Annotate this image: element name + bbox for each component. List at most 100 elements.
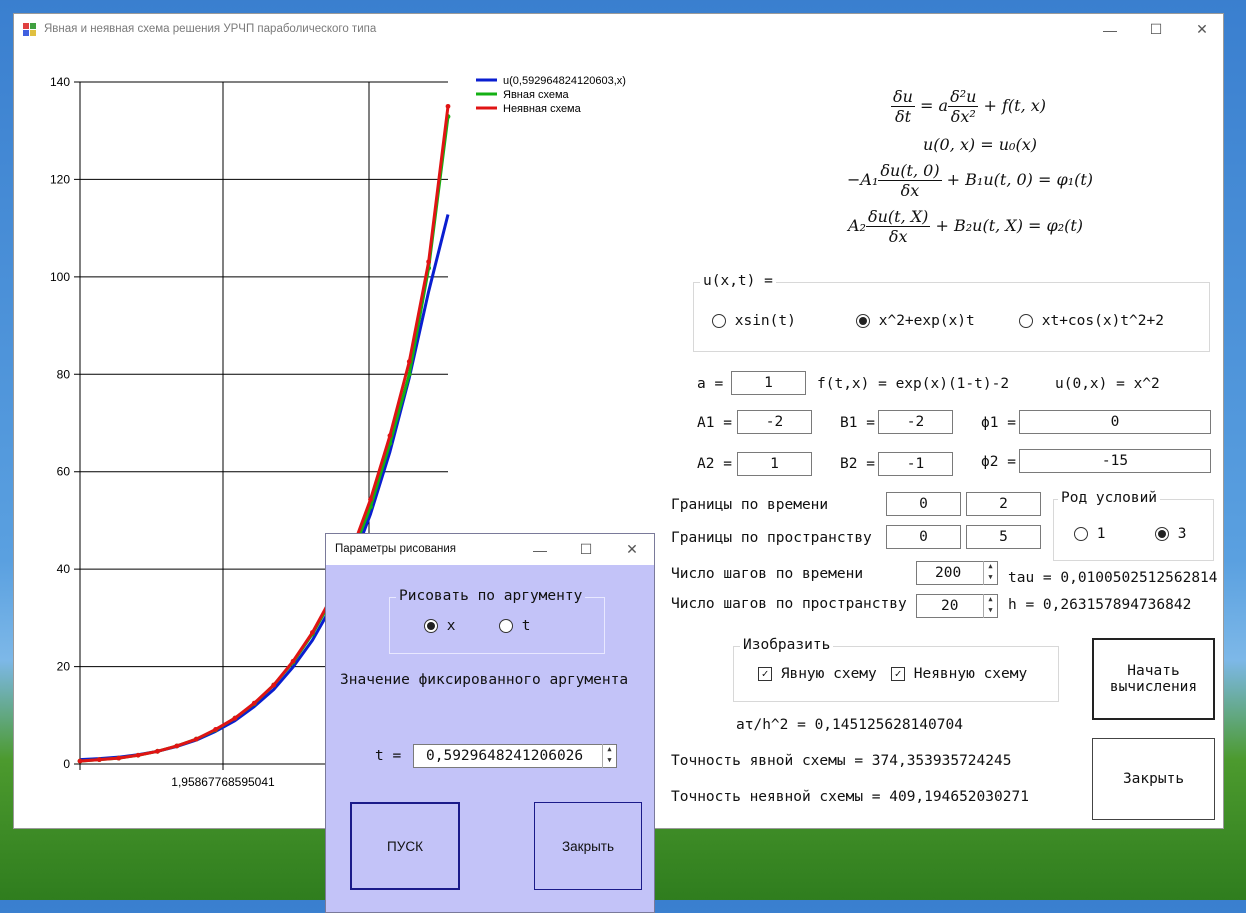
radio-condition-1-icon bbox=[1074, 527, 1088, 541]
tau-text: tau = 0,0100502512562814 bbox=[1008, 570, 1218, 586]
t-value-input[interactable]: 0,5929648241206026 ▲ ▼ bbox=[413, 744, 617, 768]
space-steps-spinner[interactable]: ▲ ▼ bbox=[983, 594, 997, 618]
ratio-text: aτ/h^2 = 0,145125628140704 bbox=[736, 717, 963, 733]
dialog-maximize-button[interactable]: ☐ bbox=[563, 534, 609, 565]
B2-label: B2 = bbox=[840, 456, 875, 472]
dialog-title: Параметры рисования bbox=[335, 543, 456, 555]
t-to-input[interactable]: 2 bbox=[966, 492, 1041, 516]
data-point bbox=[368, 497, 373, 502]
x-tick-label: 1,95867768595041 bbox=[171, 775, 275, 789]
eq1-den: δx² bbox=[950, 107, 976, 126]
time-steps-input[interactable]: 200 ▲ ▼ bbox=[916, 561, 998, 585]
phi1-label: ϕ1 = bbox=[981, 415, 1016, 431]
t-value: 0,5929648241206026 bbox=[426, 748, 584, 764]
y-tick-label: 100 bbox=[50, 270, 70, 284]
equation-1: δu δt = a δ²u δx² + f(t, x) bbox=[891, 87, 1046, 126]
B1-input[interactable]: -2 bbox=[878, 410, 953, 434]
y-tick-label: 140 bbox=[50, 75, 70, 89]
data-point bbox=[290, 658, 296, 664]
data-point bbox=[310, 630, 315, 635]
plot-params-dialog: Параметры рисования — ☐ ✕ Рисовать по ар… bbox=[325, 533, 655, 913]
radio-arg-t-label: t bbox=[521, 618, 531, 634]
y-tick-label: 20 bbox=[57, 660, 71, 674]
legend-label: Явная схема bbox=[503, 89, 570, 101]
radio-x2exp-label: x^2+exp(x)t bbox=[878, 313, 975, 329]
data-point bbox=[251, 700, 257, 706]
argument-group: Рисовать по аргументу x t bbox=[389, 588, 605, 654]
x-from-input[interactable]: 0 bbox=[886, 525, 961, 549]
start-button[interactable]: Начать вычисления bbox=[1092, 638, 1215, 720]
A2-input[interactable]: 1 bbox=[737, 452, 812, 476]
close-icon: ✕ bbox=[1196, 21, 1208, 37]
radio-arg-x-label: x bbox=[446, 618, 456, 634]
explicit-checkbox[interactable]: ✓ Явную схему bbox=[758, 666, 877, 682]
implicit-checkbox[interactable]: ✓ Неявную схему bbox=[891, 666, 1027, 682]
spin-up-icon: ▲ bbox=[988, 595, 993, 603]
radio-xtcos-icon bbox=[1019, 314, 1033, 328]
maximize-icon: ☐ bbox=[1149, 21, 1163, 37]
radio-x2exp[interactable]: x^2+exp(x)t bbox=[856, 313, 975, 329]
radio-condition-3[interactable]: 3 bbox=[1155, 526, 1186, 542]
minimize-icon: — bbox=[1103, 21, 1117, 38]
space-steps-input[interactable]: 20 ▲ ▼ bbox=[916, 594, 998, 618]
phi1-input[interactable]: 0 bbox=[1019, 410, 1211, 434]
y-tick-label: 40 bbox=[57, 562, 71, 576]
data-point bbox=[77, 758, 83, 764]
check-icon: ✓ bbox=[891, 667, 905, 681]
time-steps-spinner[interactable]: ▲ ▼ bbox=[983, 561, 997, 585]
explicit-checkbox-label: Явную схему bbox=[780, 666, 877, 682]
t-value-spinner[interactable]: ▲ ▼ bbox=[602, 744, 616, 768]
radio-arg-t-icon bbox=[499, 619, 513, 633]
spin-down-icon: ▼ bbox=[607, 756, 612, 764]
close-window-button[interactable]: ✕ bbox=[1179, 14, 1225, 45]
a-input[interactable]: 1 bbox=[731, 371, 806, 395]
y-tick-label: 80 bbox=[57, 367, 71, 381]
minimize-button[interactable]: — bbox=[1087, 14, 1133, 45]
close-button[interactable]: Закрыть bbox=[1092, 738, 1215, 820]
spin-down-icon: ▼ bbox=[988, 606, 993, 614]
a-label: a = bbox=[697, 376, 724, 392]
eq3-head: −A₁ bbox=[847, 170, 879, 189]
t-from-input[interactable]: 0 bbox=[886, 492, 961, 516]
spin-up-icon: ▲ bbox=[607, 745, 612, 753]
phi2-input[interactable]: -15 bbox=[1019, 449, 1211, 473]
A1-input[interactable]: -2 bbox=[737, 410, 812, 434]
h-text: h = 0,263157894736842 bbox=[1008, 597, 1192, 613]
close-icon: ✕ bbox=[626, 541, 638, 557]
eq3-num: δu(t, 0) bbox=[878, 161, 942, 181]
radio-arg-t[interactable]: t bbox=[499, 618, 530, 634]
dialog-close-action-button[interactable]: Закрыть bbox=[534, 802, 642, 890]
radio-xsin[interactable]: xsin(t) bbox=[712, 313, 796, 329]
space-steps-label: Число шагов по пространству bbox=[671, 596, 907, 612]
x-to-input[interactable]: 5 bbox=[966, 525, 1041, 549]
run-button[interactable]: ПУСК bbox=[350, 802, 460, 890]
data-point bbox=[116, 755, 122, 761]
radio-arg-x[interactable]: x bbox=[424, 618, 455, 634]
A1-label: A1 = bbox=[697, 415, 732, 431]
eq4-head: A₂ bbox=[848, 216, 866, 235]
dialog-minimize-button[interactable]: — bbox=[517, 534, 563, 565]
t-label: t = bbox=[375, 748, 402, 764]
eq4-num: δu(t, X) bbox=[865, 207, 931, 227]
radio-xtcos-label: xt+cos(x)t^2+2 bbox=[1041, 313, 1164, 329]
y-tick-label: 120 bbox=[50, 172, 70, 186]
data-point bbox=[193, 736, 199, 742]
maximize-button[interactable]: ☐ bbox=[1133, 14, 1179, 45]
radio-condition-1-label: 1 bbox=[1096, 526, 1106, 542]
display-group-title: Изобразить bbox=[740, 637, 834, 653]
data-point bbox=[271, 682, 277, 688]
time-steps-value: 200 bbox=[935, 565, 962, 581]
data-point bbox=[406, 359, 412, 365]
time-steps-label: Число шагов по времени bbox=[671, 566, 864, 582]
radio-xtcos[interactable]: xt+cos(x)t^2+2 bbox=[1019, 313, 1164, 329]
space-steps-value: 20 bbox=[941, 598, 959, 614]
fixed-arg-label: Значение фиксированного аргумента bbox=[340, 672, 629, 688]
B2-input[interactable]: -1 bbox=[878, 452, 953, 476]
radio-condition-3-label: 3 bbox=[1177, 526, 1187, 542]
time-bounds-label: Границы по времени bbox=[671, 497, 829, 513]
legend-label: Неявная схема bbox=[503, 103, 582, 115]
radio-condition-1[interactable]: 1 bbox=[1074, 526, 1105, 542]
data-point bbox=[135, 752, 141, 758]
dialog-close-button[interactable]: ✕ bbox=[609, 534, 655, 565]
implicit-checkbox-label: Неявную схему bbox=[913, 666, 1028, 682]
